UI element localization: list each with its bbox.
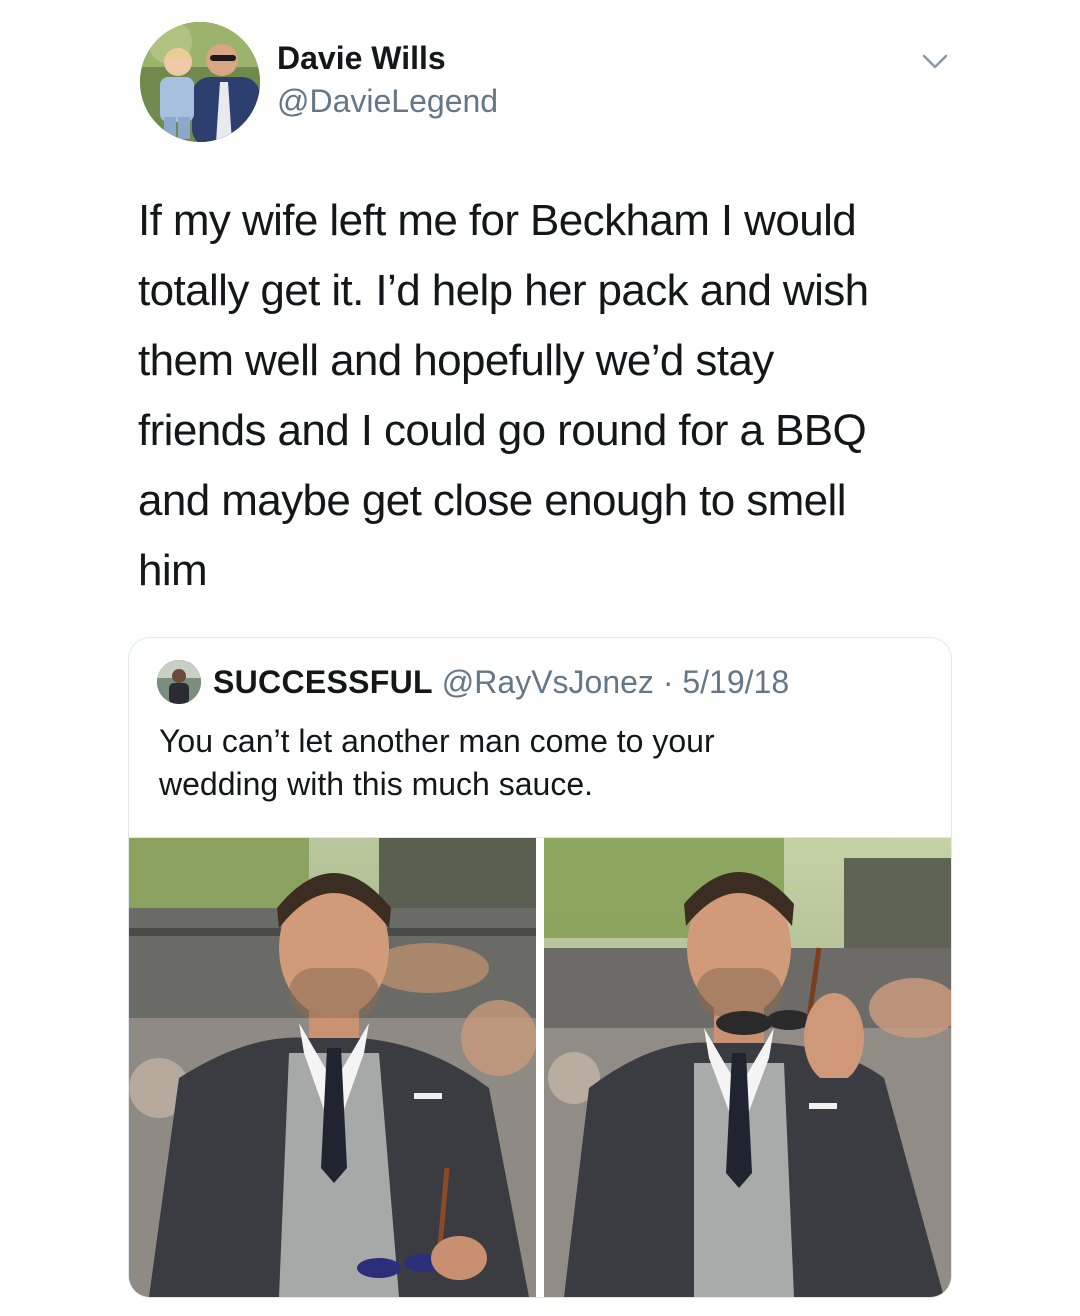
tweet-text-line: totally get it. I’d help her pack and wi…: [138, 266, 869, 315]
quoted-tweet-card[interactable]: SUCCESSFUL @RayVsJonez · 5/19/18 You can…: [128, 637, 952, 1298]
quoted-author-handle[interactable]: @RayVsJonez: [442, 664, 654, 700]
author-handle[interactable]: @DavieLegend: [277, 83, 498, 120]
author-name[interactable]: Davie Wills: [277, 40, 446, 77]
tweet-text-line: and maybe get close enough to smell: [138, 476, 847, 525]
photo-1[interactable]: [129, 838, 536, 1297]
quoted-text-line: wedding with this much sauce.: [159, 766, 593, 802]
tweet-text-line: friends and I could go round for a BBQ: [138, 406, 867, 455]
photo-2[interactable]: [544, 838, 951, 1297]
quoted-text-line: You can’t let another man come to your: [159, 723, 715, 759]
header-separator: ·: [653, 664, 683, 700]
quoted-tweet-date[interactable]: 5/19/18: [682, 664, 789, 700]
tweet-text-line: them well and hopefully we’d stay: [138, 336, 774, 385]
quoted-author-name[interactable]: SUCCESSFUL: [213, 664, 433, 700]
tweet-text-line: If my wife left me for Beckham I would: [138, 196, 857, 245]
chevron-down-icon[interactable]: [918, 50, 952, 74]
quoted-author-avatar[interactable]: [157, 660, 201, 704]
author-avatar[interactable]: [140, 22, 260, 142]
tweet-text-line: him: [138, 546, 208, 595]
quoted-tweet-text: You can’t let another man come to your w…: [159, 720, 919, 806]
quoted-tweet-header: SUCCESSFUL @RayVsJonez · 5/19/18: [213, 664, 789, 701]
tweet-text: If my wife left me for Beckham I would t…: [138, 186, 938, 606]
